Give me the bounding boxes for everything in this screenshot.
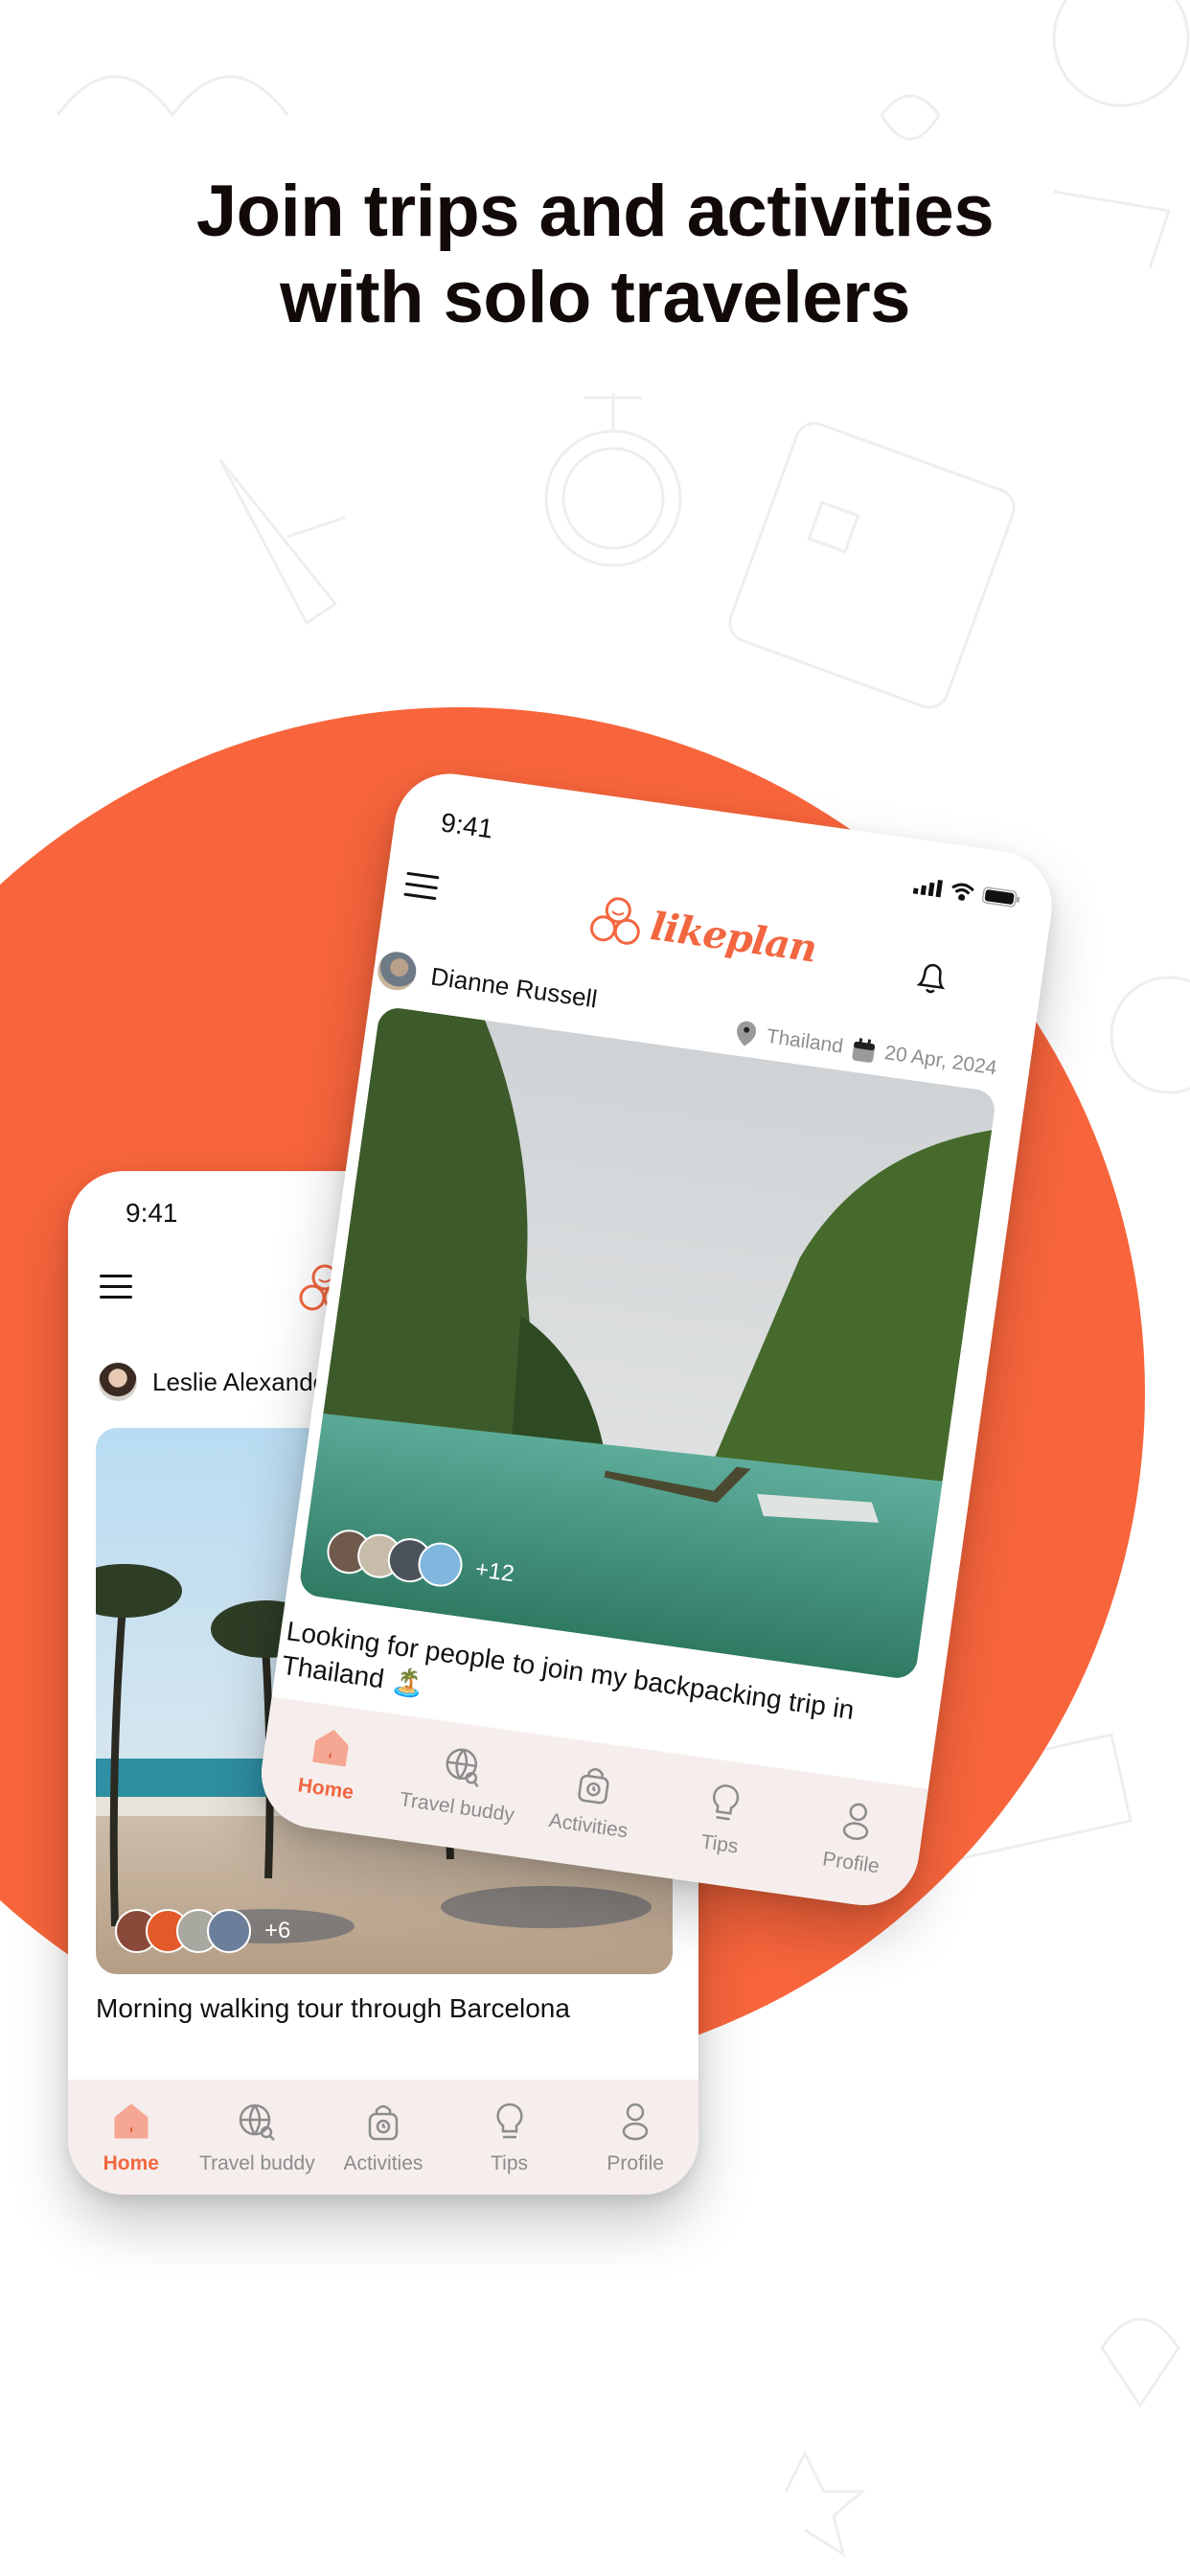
hamburger-menu-icon[interactable] [403, 871, 440, 901]
post-author[interactable]: Leslie Alexander [97, 1361, 335, 1403]
tab-label: Profile [821, 1848, 881, 1878]
status-time: 9:41 [439, 807, 495, 844]
author-avatar[interactable] [97, 1361, 139, 1403]
likeplan-smileys-logo-icon [590, 897, 640, 945]
tab-label: Home [103, 2152, 159, 2174]
tab-label: Travel buddy [398, 1788, 516, 1827]
tab-label: Home [296, 1774, 355, 1805]
globe-search-icon [240, 2104, 276, 2141]
backpack-icon [578, 1768, 609, 1805]
tab-activities[interactable]: Activities [521, 1755, 663, 1848]
headline-line-1: Join trips and activities [195, 171, 995, 252]
tab-label: Tips [699, 1830, 740, 1858]
battery-icon [981, 886, 1020, 908]
calendar-icon [852, 1038, 876, 1063]
status-bar-icons [912, 876, 1022, 909]
profile-icon [842, 1803, 868, 1840]
hamburger-menu-icon[interactable] [100, 1275, 132, 1299]
home-icon [312, 1730, 349, 1767]
tab-tips[interactable]: Tips [446, 2101, 573, 2175]
author-name[interactable]: Leslie Alexander [152, 1368, 335, 1397]
app-logo: likeplan [586, 892, 819, 974]
logo-wordmark: likeplan [648, 903, 819, 972]
location-pin-icon [737, 1021, 757, 1046]
participants-more-count: +12 [473, 1555, 516, 1588]
tab-profile[interactable]: Profile [572, 2101, 698, 2175]
post-image-thailand[interactable]: +12 [297, 1005, 997, 1681]
participant-avatar [207, 1909, 251, 1953]
author-name[interactable]: Dianne Russell [429, 961, 599, 1014]
tab-home[interactable]: Home [259, 1717, 400, 1810]
tab-activities[interactable]: Activities [320, 2101, 446, 2175]
tab-label: Activities [343, 2152, 423, 2174]
home-icon [114, 2104, 149, 2139]
cellular-signal-icon [912, 879, 943, 898]
tab-travel-buddy[interactable]: Travel buddy [195, 2101, 321, 2175]
lightbulb-icon [495, 2103, 523, 2139]
wifi-icon [951, 883, 974, 902]
post-date: 20 Apr, 2024 [882, 1042, 998, 1080]
lightbulb-icon [713, 1784, 740, 1821]
bottom-tab-bar: Home Travel buddy Activities Tips Profil… [68, 2080, 698, 2195]
headline-line-2: with solo travelers [280, 257, 910, 338]
tab-home[interactable]: Home [68, 2101, 195, 2175]
tab-label: Profile [606, 2152, 664, 2174]
notification-bell-icon[interactable] [912, 955, 951, 999]
backpack-icon [368, 2104, 399, 2141]
headline: Join trips and activities with solo trav… [0, 169, 1190, 341]
status-time: 9:41 [126, 1198, 178, 1228]
post-title[interactable]: Morning walking tour through Barcelona [96, 1991, 570, 2026]
tab-label: Activities [547, 1809, 629, 1843]
tab-label: Tips [491, 2152, 529, 2174]
tab-tips[interactable]: Tips [652, 1773, 794, 1866]
participants-more-count: +6 [264, 1918, 291, 1944]
tab-label: Travel buddy [199, 2152, 315, 2174]
participants-stack[interactable]: +6 [115, 1909, 290, 1953]
tab-profile[interactable]: Profile [784, 1791, 926, 1884]
author-avatar[interactable] [373, 947, 422, 996]
globe-search-icon [446, 1748, 479, 1787]
post-location: Thailand [765, 1024, 845, 1058]
tab-travel-buddy[interactable]: Travel buddy [390, 1736, 532, 1829]
profile-icon [622, 2103, 649, 2141]
